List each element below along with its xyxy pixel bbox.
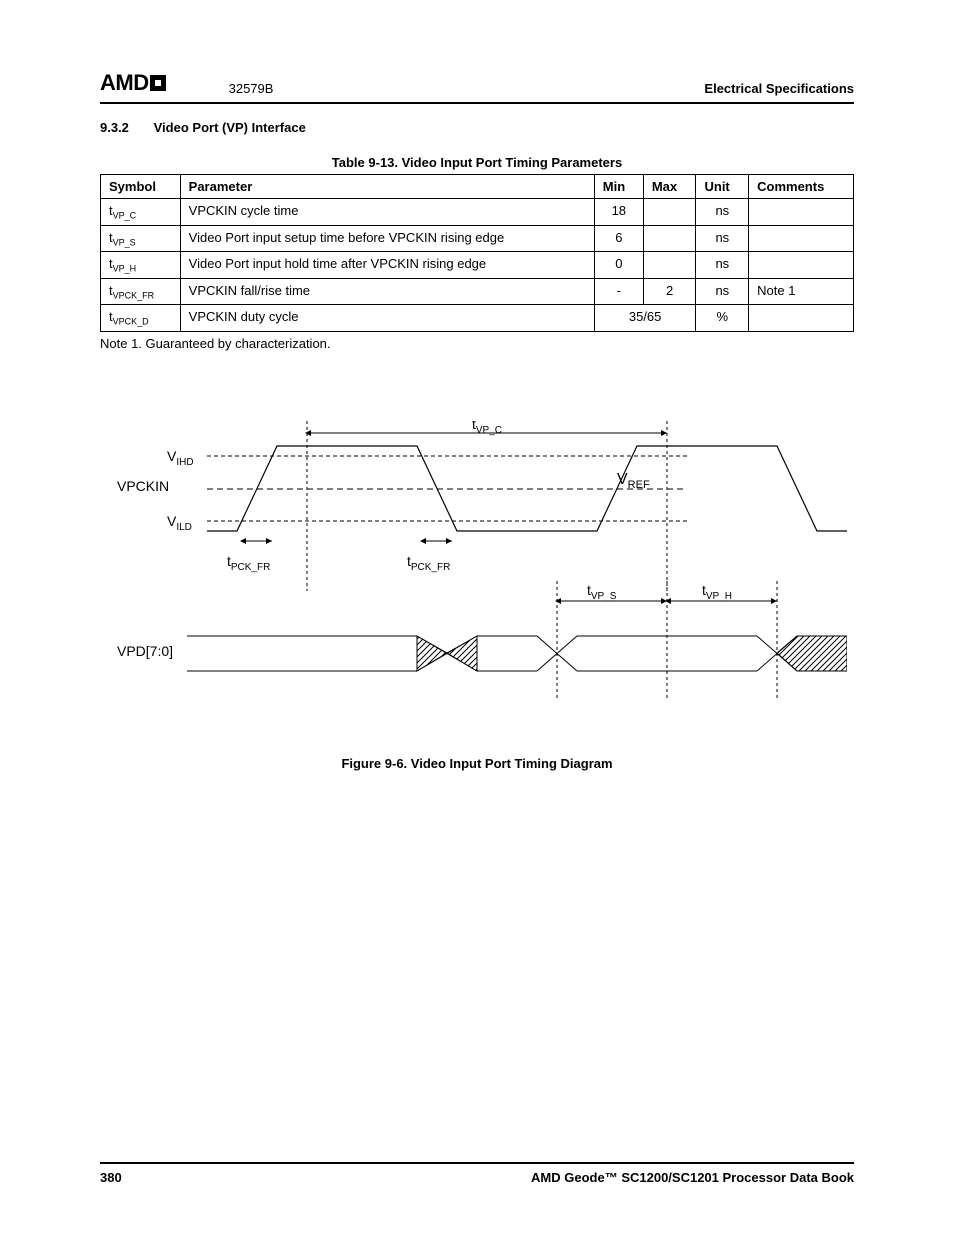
label-tvph: tVP_H xyxy=(702,582,732,602)
cell-symbol: tVPCK_FR xyxy=(101,278,181,305)
col-header: Max xyxy=(643,175,696,199)
figure-caption: Figure 9-6. Video Input Port Timing Diag… xyxy=(100,756,854,771)
cell-param: VPCKIN cycle time xyxy=(180,199,594,226)
table-row: tVPCK_DVPCKIN duty cycle35/65% xyxy=(101,305,854,332)
label-vref: VREF xyxy=(617,471,650,491)
cell-unit: ns xyxy=(696,278,749,305)
params-table: SymbolParameterMinMaxUnitComments tVP_CV… xyxy=(100,174,854,332)
book-title: AMD Geode™ SC1200/SC1201 Processor Data … xyxy=(531,1170,854,1185)
page-number: 380 xyxy=(100,1170,122,1185)
header-section-title: Electrical Specifications xyxy=(704,81,854,96)
cell-minmax: 35/65 xyxy=(594,305,696,332)
cell-param: Video Port input setup time before VPCKI… xyxy=(180,225,594,252)
cell-unit: % xyxy=(696,305,749,332)
page-header: AMD 32579B Electrical Specifications xyxy=(100,70,854,104)
cell-symbol: tVP_S xyxy=(101,225,181,252)
cell-param: VPCKIN duty cycle xyxy=(180,305,594,332)
cell-min: 18 xyxy=(594,199,643,226)
cell-max xyxy=(643,225,696,252)
cell-max xyxy=(643,252,696,279)
page-footer: 380 AMD Geode™ SC1200/SC1201 Processor D… xyxy=(100,1162,854,1185)
col-header: Comments xyxy=(749,175,854,199)
amd-logo-icon xyxy=(149,74,169,92)
figure: tVP_C VIHD VPCKIN VILD VREF tPCK_FR tPCK… xyxy=(100,421,854,771)
timing-diagram: tVP_C VIHD VPCKIN VILD VREF tPCK_FR tPCK… xyxy=(107,421,847,721)
label-tpckfr1: tPCK_FR xyxy=(227,553,270,573)
cell-comments xyxy=(749,305,854,332)
label-vpckin: VPCKIN xyxy=(117,478,169,494)
cell-comments xyxy=(749,252,854,279)
col-header: Parameter xyxy=(180,175,594,199)
label-tvpc: tVP_C xyxy=(472,421,502,436)
cell-symbol: tVP_C xyxy=(101,199,181,226)
col-header: Unit xyxy=(696,175,749,199)
doc-number: 32579B xyxy=(229,81,274,96)
table-row: tVP_HVideo Port input hold time after VP… xyxy=(101,252,854,279)
cell-max: 2 xyxy=(643,278,696,305)
cell-symbol: tVP_H xyxy=(101,252,181,279)
cell-symbol: tVPCK_D xyxy=(101,305,181,332)
label-tvps: tVP_S xyxy=(587,582,617,602)
col-header: Min xyxy=(594,175,643,199)
cell-min: 6 xyxy=(594,225,643,252)
amd-logo-text: AMD xyxy=(100,70,149,95)
label-vihd: VIHD xyxy=(167,448,194,468)
cell-min: - xyxy=(594,278,643,305)
label-tpckfr2: tPCK_FR xyxy=(407,553,450,573)
col-header: Symbol xyxy=(101,175,181,199)
table-caption: Table 9-13. Video Input Port Timing Para… xyxy=(100,155,854,170)
label-vpd: VPD[7:0] xyxy=(117,643,173,659)
cell-comments xyxy=(749,225,854,252)
cell-param: VPCKIN fall/rise time xyxy=(180,278,594,305)
cell-unit: ns xyxy=(696,225,749,252)
section-number: 9.3.2 xyxy=(100,120,150,135)
page: AMD 32579B Electrical Specifications 9.3… xyxy=(0,0,954,1235)
cell-unit: ns xyxy=(696,199,749,226)
table-row: tVPCK_FRVPCKIN fall/rise time-2nsNote 1 xyxy=(101,278,854,305)
table-note: Note 1. Guaranteed by characterization. xyxy=(100,336,854,351)
cell-unit: ns xyxy=(696,252,749,279)
section-title: Video Port (VP) Interface xyxy=(154,120,306,135)
table-row: tVP_SVideo Port input setup time before … xyxy=(101,225,854,252)
cell-min: 0 xyxy=(594,252,643,279)
cell-max xyxy=(643,199,696,226)
cell-comments: Note 1 xyxy=(749,278,854,305)
cell-comments xyxy=(749,199,854,226)
table-row: tVP_CVPCKIN cycle time18 ns xyxy=(101,199,854,226)
amd-logo: AMD xyxy=(100,70,169,96)
cell-param: Video Port input hold time after VPCKIN … xyxy=(180,252,594,279)
section-heading: 9.3.2 Video Port (VP) Interface xyxy=(100,120,854,135)
label-vild: VILD xyxy=(167,513,192,533)
